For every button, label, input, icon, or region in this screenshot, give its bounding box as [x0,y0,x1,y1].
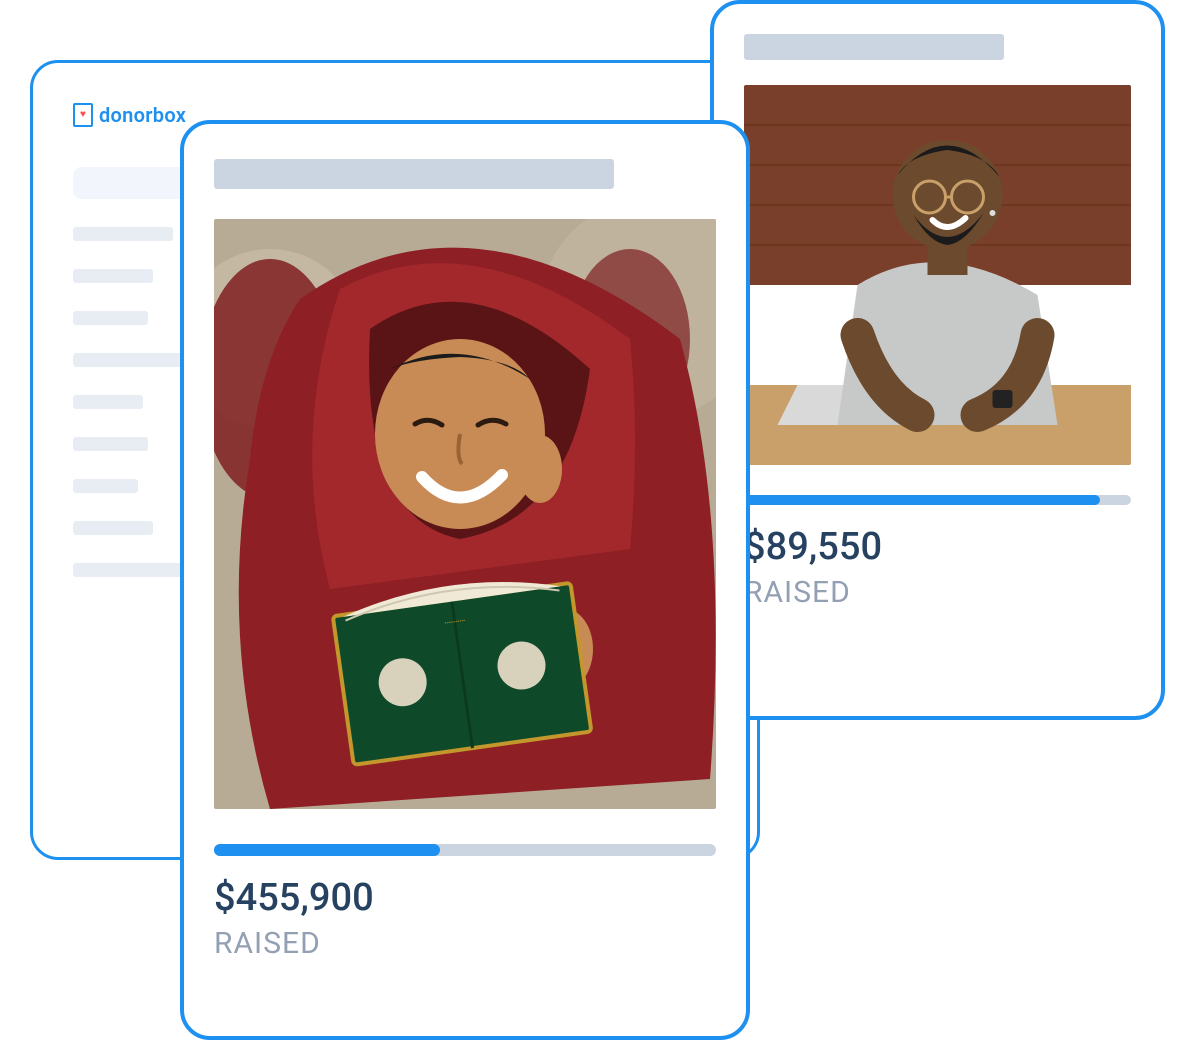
sidebar-item[interactable] [73,563,183,577]
sidebar-item[interactable] [73,227,173,241]
progress-bar [214,844,716,856]
sidebar-item[interactable] [73,437,148,451]
campaign-card-right[interactable]: $89,550 RAISED [710,0,1165,720]
campaign-image [744,85,1131,465]
brand-name: donorbox [99,103,186,127]
heart-box-icon [73,103,93,127]
sidebar-item[interactable] [73,521,153,535]
title-skeleton [744,34,1004,60]
campaign-image: ་་་་་་་་་་་ [214,219,716,809]
progress-fill [744,495,1100,505]
sidebar-item[interactable] [73,353,183,367]
amount-raised: $89,550 [744,525,1131,569]
sidebar-item[interactable] [73,311,148,325]
raised-label: RAISED [744,575,1131,610]
title-skeleton [214,159,614,189]
progress-fill [214,844,440,856]
sidebar-item[interactable] [73,479,138,493]
progress-bar [744,495,1131,505]
amount-raised: $455,900 [214,876,716,920]
raised-label: RAISED [214,926,716,961]
sidebar-item[interactable] [73,395,143,409]
sidebar-item[interactable] [73,269,153,283]
campaign-card-front[interactable]: ་་་་་་་་་་་ $455,900 RAISED [180,120,750,1040]
